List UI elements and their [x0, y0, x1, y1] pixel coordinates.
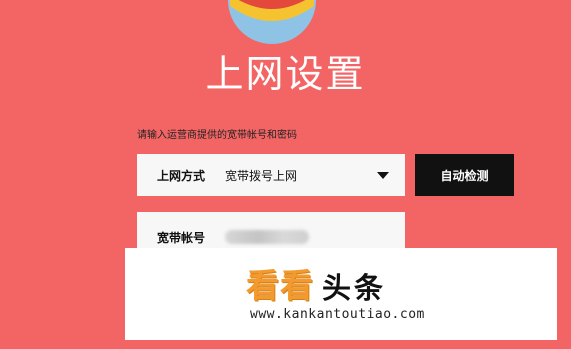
- connection-type-select[interactable]: 上网方式 宽带拨号上网: [137, 154, 405, 196]
- watermark-brand-orange: 看看: [246, 266, 314, 305]
- planet-logo-icon: [228, 0, 316, 44]
- account-value-blurred[interactable]: [225, 230, 309, 244]
- instruction-text: 请输入运营商提供的宽带帐号和密码: [137, 130, 297, 141]
- caret-down-icon[interactable]: [377, 171, 389, 179]
- watermark-logo: 看看 头条: [246, 263, 386, 307]
- watermark-brand-black: 头条: [322, 271, 387, 305]
- connection-type-label: 上网方式: [157, 168, 206, 183]
- page-title: 上网设置: [205, 52, 366, 96]
- connection-type-value: 宽带拨号上网: [225, 168, 298, 183]
- auto-detect-button[interactable]: 自动检测: [415, 154, 514, 196]
- account-label: 宽带帐号: [157, 230, 206, 245]
- watermark-url: www.kankantoutiao.com: [250, 307, 425, 322]
